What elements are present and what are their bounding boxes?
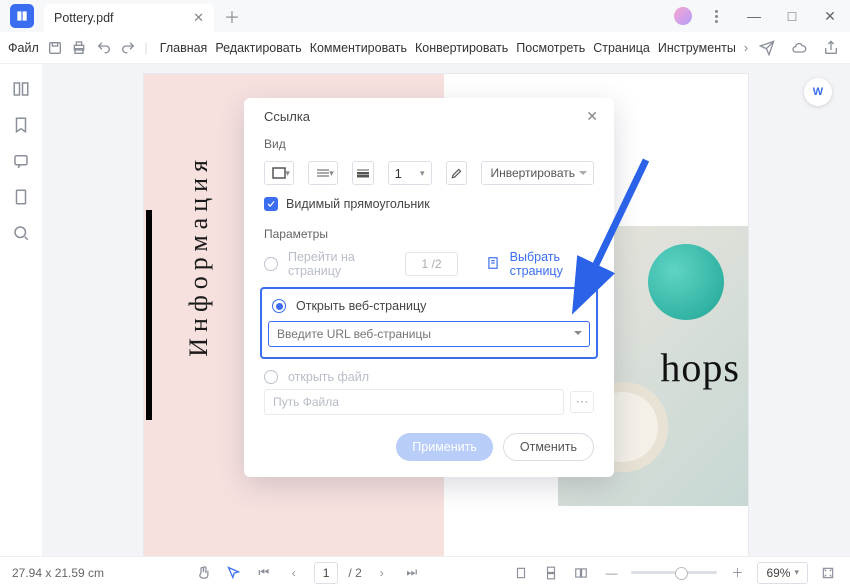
file-path-field[interactable]: Путь Файла	[264, 389, 564, 415]
line-weight-select[interactable]	[352, 161, 374, 185]
tab-label: Pottery.pdf	[54, 11, 193, 25]
menu-view[interactable]: Посмотреть	[516, 41, 585, 55]
open-file-label: открыть файл	[288, 370, 369, 384]
open-file-radio[interactable]	[264, 370, 278, 384]
window-minimize-button[interactable]: —	[740, 2, 768, 30]
titlebar: Pottery.pdf ✕ ＋ — □ ✕	[0, 0, 850, 32]
choose-page-link[interactable]: Выбрать страницу	[510, 250, 594, 278]
highlight-style-icon[interactable]	[446, 161, 468, 185]
menu-convert[interactable]: Конвертировать	[415, 41, 508, 55]
dialog-close-icon[interactable]: ✕	[586, 108, 598, 125]
user-avatar[interactable]	[674, 7, 692, 25]
save-icon[interactable]	[47, 37, 63, 59]
apply-button[interactable]: Применить	[396, 433, 493, 461]
invert-select[interactable]: Инвертировать	[481, 161, 594, 185]
view-continuous-icon[interactable]	[541, 563, 561, 583]
dialog-title: Ссылка	[264, 109, 310, 124]
menu-more-icon[interactable]: ›	[744, 41, 748, 55]
link-type-select[interactable]: ▾	[264, 161, 294, 185]
left-sidebar	[0, 64, 42, 556]
status-dimensions: 27.94 x 21.59 cm	[12, 566, 104, 580]
file-menu[interactable]: Файл	[8, 41, 39, 55]
first-page-icon[interactable]: ⏮	[254, 563, 274, 583]
bookmark-icon[interactable]	[12, 116, 30, 134]
menu-tools[interactable]: Инструменты	[658, 41, 736, 55]
last-page-icon[interactable]: ⏭	[402, 563, 422, 583]
statusbar: 27.94 x 21.59 cm ⏮ ‹ 1 / 2 › ⏭ — ＋ 69%▾	[0, 556, 850, 588]
link-dialog: Ссылка ✕ Вид ▾ ▾ 1▾ Инвертировать Видимы…	[244, 98, 614, 477]
menu-home[interactable]: Главная	[160, 41, 208, 55]
page-number-field[interactable]: 1	[314, 562, 339, 584]
page-total: / 2	[348, 566, 361, 580]
goto-page-label: Перейти на страницу	[288, 250, 385, 278]
main-menu: Главная Редактировать Комментировать Кон…	[160, 41, 748, 55]
send-icon[interactable]	[756, 37, 778, 59]
comment-icon[interactable]	[12, 152, 30, 170]
open-web-highlight: Открыть веб-страницу	[260, 287, 598, 359]
cloud-icon[interactable]	[788, 37, 810, 59]
section-view-label: Вид	[244, 133, 614, 155]
zoom-out-icon[interactable]: —	[601, 563, 621, 583]
choose-page-icon[interactable]	[486, 256, 500, 273]
menu-comment[interactable]: Комментировать	[310, 41, 407, 55]
new-tab-button[interactable]: ＋	[224, 4, 240, 28]
view-facing-icon[interactable]	[571, 563, 591, 583]
url-input[interactable]	[268, 321, 590, 347]
menu-edit[interactable]: Редактировать	[215, 41, 301, 55]
menu-page[interactable]: Страница	[593, 41, 650, 55]
zoom-slider[interactable]	[631, 571, 717, 574]
share-icon[interactable]	[820, 37, 842, 59]
undo-icon[interactable]	[96, 37, 112, 59]
fit-page-icon[interactable]	[818, 563, 838, 583]
document-tab[interactable]: Pottery.pdf ✕	[44, 4, 214, 32]
word-export-badge[interactable]: W	[804, 78, 832, 106]
browse-file-button[interactable]: ⋯	[570, 391, 594, 413]
redo-icon[interactable]	[120, 37, 136, 59]
page-sidebar-title: Информация	[184, 154, 214, 357]
next-page-icon[interactable]: ›	[372, 563, 392, 583]
open-web-label: Открыть веб-страницу	[296, 299, 426, 313]
line-style-select[interactable]: ▾	[308, 161, 338, 185]
thumbnails-icon[interactable]	[12, 80, 30, 98]
window-close-button[interactable]: ✕	[816, 2, 844, 30]
search-icon[interactable]	[12, 224, 30, 242]
app-icon[interactable]	[10, 4, 34, 28]
visible-rect-label: Видимый прямоугольник	[286, 197, 430, 211]
zoom-value[interactable]: 69%▾	[757, 562, 808, 584]
menu-more-button[interactable]	[702, 2, 730, 30]
window-maximize-button[interactable]: □	[778, 2, 806, 30]
section-params-label: Параметры	[244, 217, 614, 245]
toolbar: Файл | Главная Редактировать Комментиров…	[0, 32, 850, 64]
zoom-in-icon[interactable]: ＋	[727, 563, 747, 583]
attachment-icon[interactable]	[12, 188, 30, 206]
goto-page-field[interactable]: 1 /2	[405, 252, 457, 276]
page-heading-fragment: hops	[660, 344, 740, 391]
view-single-icon[interactable]	[511, 563, 531, 583]
cancel-button[interactable]: Отменить	[503, 433, 594, 461]
select-tool-icon[interactable]	[224, 563, 244, 583]
goto-page-radio[interactable]	[264, 257, 278, 271]
line-width-value[interactable]: 1▾	[388, 161, 432, 185]
print-icon[interactable]	[71, 37, 87, 59]
open-web-radio[interactable]	[272, 299, 286, 313]
hand-tool-icon[interactable]	[194, 563, 214, 583]
tab-close-icon[interactable]: ✕	[193, 10, 204, 26]
prev-page-icon[interactable]: ‹	[284, 563, 304, 583]
visible-rect-checkbox[interactable]	[264, 197, 278, 211]
